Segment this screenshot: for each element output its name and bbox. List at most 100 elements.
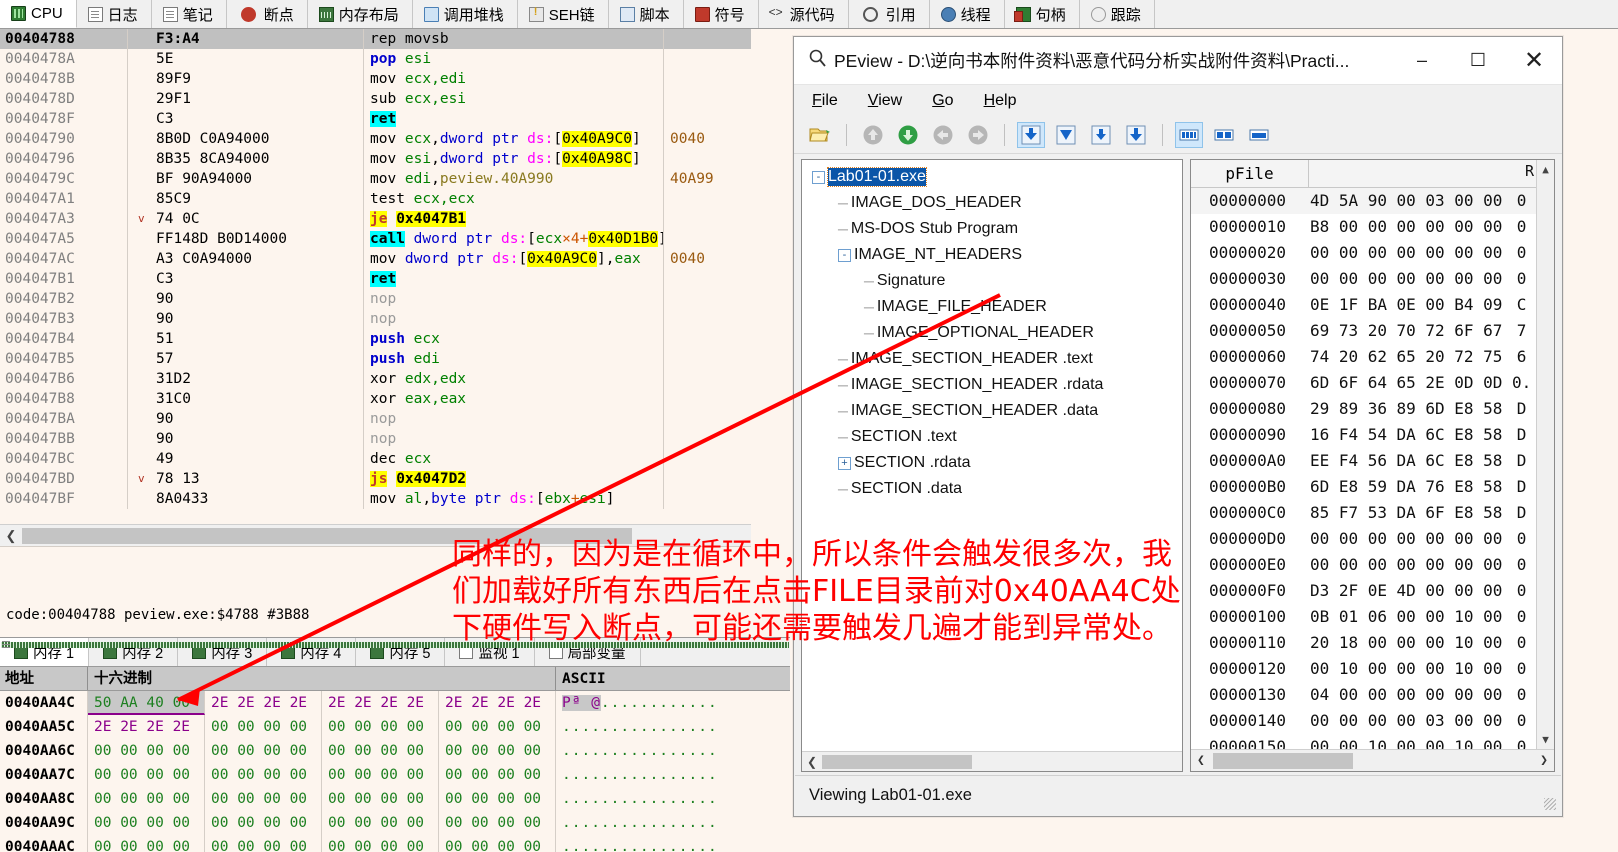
hex-col-pfile[interactable]: pFile (1191, 160, 1309, 187)
tab-符号[interactable]: 符号 (683, 0, 759, 28)
view-bytes-icon[interactable] (1087, 122, 1115, 148)
dump-hex-group[interactable]: 00 00 00 00 (439, 763, 556, 787)
pe-hex-viewer[interactable]: pFile 00000000 4D 5A 90 00 03 00 00 0 00000010 B8 0… (1190, 159, 1555, 772)
scrollbar-thumb[interactable] (22, 527, 632, 544)
dump-col-address[interactable]: 地址 (0, 667, 88, 690)
dump-row[interactable]: 0040AA5C 2E 2E 2E 2E 00 00 00 00 00 00 00 0… (0, 715, 790, 739)
collapse-toggle-icon[interactable]: - (812, 170, 825, 184)
dump-hex-group[interactable]: 00 00 00 00 (205, 739, 322, 763)
peview-menu-bar[interactable]: File View Go Help (794, 85, 1562, 117)
tree-node-image-file-header[interactable]: ─ IMAGE_FILE_HEADER (802, 294, 1182, 320)
dump-hex-group[interactable]: 50 AA 40 00 (88, 691, 205, 715)
disassembly-row[interactable]: 004047B4 51 push ecx (0, 329, 751, 349)
dump-hex-group[interactable]: 00 00 00 00 (439, 715, 556, 739)
tab-SEH链[interactable]: SEH链 (517, 0, 609, 28)
hex-scrollbar-thumb[interactable] (1212, 752, 1353, 769)
dump-row[interactable]: 0040AAAC 00 00 00 00 00 00 00 00 00 00 00 0… (0, 835, 790, 852)
hex-scroll-left-arrow[interactable]: ❮ (1197, 753, 1205, 768)
dump-hex-group[interactable]: 00 00 00 00 (88, 811, 205, 835)
dump-hex-group[interactable]: 00 00 00 00 (322, 835, 439, 852)
tree-node-image-optional-header[interactable]: ─ IMAGE_OPTIONAL_HEADER (802, 320, 1182, 346)
hex-scroll-down-arrow[interactable]: ▼ (1542, 733, 1549, 749)
tab-笔记[interactable]: 笔记 (151, 0, 227, 28)
dump-hex-group[interactable]: 00 00 00 00 (322, 787, 439, 811)
disassembly-row[interactable]: 004047B2 90 nop (0, 289, 751, 309)
disassembly-row[interactable]: 00404796 8B35 8CA94000 mov esi,dword ptr d… (0, 149, 751, 169)
dump-hex-group[interactable]: 00 00 00 00 (439, 739, 556, 763)
hex-vscrollbar[interactable]: ▲ ▼ (1536, 160, 1554, 749)
tab-线程[interactable]: 线程 (929, 0, 1005, 28)
pe-hex-row[interactable]: 00000060 74 20 62 65 20 72 75 6 (1191, 344, 1536, 370)
nav-down-icon[interactable] (894, 122, 922, 148)
minimize-button[interactable]: – (1394, 37, 1450, 84)
dump-hex-group[interactable]: 2E 2E 2E 2E (88, 715, 205, 739)
pe-hex-row[interactable]: 00000030 00 00 00 00 00 00 00 0 (1191, 266, 1536, 292)
dump-hex-group[interactable]: 00 00 00 00 (322, 739, 439, 763)
menu-view[interactable]: View (868, 92, 902, 110)
pe-hex-row[interactable]: 00000090 16 F4 54 DA 6C E8 58 D (1191, 422, 1536, 448)
dump-hex-group[interactable]: 00 00 00 00 (322, 811, 439, 835)
disassembly-row[interactable]: 004047B5 57 push edi (0, 349, 751, 369)
tree-node-signature[interactable]: ─ Signature (802, 268, 1182, 294)
pe-hex-row[interactable]: 00000010 B8 00 00 00 00 00 00 0 (1191, 214, 1536, 240)
disassembly-row[interactable]: 004047B3 90 nop (0, 309, 751, 329)
tab-断点[interactable]: 断点 (226, 0, 308, 28)
open-file-icon[interactable] (806, 122, 834, 148)
tab-脚本[interactable]: 脚本 (608, 0, 684, 28)
pe-hex-row[interactable]: 00000130 04 00 00 00 00 00 00 0 (1191, 682, 1536, 708)
expand-toggle-icon[interactable]: + (838, 456, 851, 470)
tree-hscrollbar[interactable]: ❮ (802, 751, 1182, 771)
dump-hex-group[interactable]: 2E 2E 2E 2E (205, 691, 322, 715)
pe-structure-tree[interactable]: - Lab01-01.exe ─ IMAGE_DOS_HEADER ─ MS-DOS St… (801, 159, 1183, 772)
dump-hex-group[interactable]: 00 00 00 00 (88, 835, 205, 852)
pe-hex-row[interactable]: 000000F0 D3 2F 0E 4D 00 00 00 0 (1191, 578, 1536, 604)
disassembly-row[interactable]: 0040479C BF 90A94000 mov edi,peview.40A990… (0, 169, 751, 189)
tree-node-section-rdata[interactable]: + SECTION .rdata (802, 450, 1182, 476)
dump-hex-group[interactable]: 2E 2E 2E 2E (439, 691, 556, 715)
dump-row[interactable]: 0040AA8C 00 00 00 00 00 00 00 00 00 00 00 0… (0, 787, 790, 811)
view-struct-icon[interactable] (1052, 122, 1080, 148)
pe-hex-row[interactable]: 00000080 29 89 36 89 6D E8 58 D (1191, 396, 1536, 422)
main-tab-bar[interactable]: CPU 日志 笔记 断点 内存布局 调用堆栈 SEH链 脚本 符号 源代码 引用 线程 句柄 跟踪 (0, 0, 1618, 29)
collapse-toggle-icon[interactable]: - (838, 248, 851, 262)
disassembly-row[interactable]: 004047BA 90 nop (0, 409, 751, 429)
tree-node-section-text[interactable]: ─ SECTION .text (802, 424, 1182, 450)
disassembly-row[interactable]: 004047B6 31D2 xor edx,edx (0, 369, 751, 389)
tab-CPU[interactable]: CPU (0, 0, 77, 28)
disassembly-row[interactable]: 00404790 8B0D C0A94000 mov ecx,dword ptr d… (0, 129, 751, 149)
pe-hex-row[interactable]: 000000A0 EE F4 56 DA 6C E8 58 D (1191, 448, 1536, 474)
dump-hex-group[interactable]: 00 00 00 00 (88, 739, 205, 763)
dump-hex-group[interactable]: 00 00 00 00 (88, 787, 205, 811)
view-all-icon[interactable] (1122, 122, 1150, 148)
pe-hex-row[interactable]: 00000040 0E 1F BA 0E 00 B4 09 C (1191, 292, 1536, 318)
disassembly-row[interactable]: 0040478B 89F9 mov ecx,edi (0, 69, 751, 89)
tree-node-section-data[interactable]: ─ SECTION .data (802, 476, 1182, 502)
pe-hex-row[interactable]: 000000D0 00 00 00 00 00 00 00 0 (1191, 526, 1536, 552)
maximize-button[interactable]: ☐ (1450, 37, 1506, 84)
scroll-left-arrow[interactable]: ❮ (0, 528, 22, 544)
pe-hex-row[interactable]: 00000100 0B 01 06 00 00 10 00 0 (1191, 604, 1536, 630)
disassembly-row[interactable]: 004047BF 8A0433 mov al,byte ptr ds:[ebx+es… (0, 489, 751, 509)
disassembly-row[interactable]: 004047A1 85C9 test ecx,ecx (0, 189, 751, 209)
layout-one-icon[interactable] (1245, 122, 1273, 148)
disassembly-row[interactable]: 00404788 F3:A4 rep movsb (0, 29, 751, 49)
disassembly-row[interactable]: 004047AC A3 C0A94000 mov dword ptr ds:[0x4… (0, 249, 751, 269)
disassembly-pane[interactable]: 00404788 F3:A4 rep movsb 0040478A 5E pop esi 0… (0, 29, 751, 524)
menu-go[interactable]: Go (932, 92, 953, 110)
peview-window[interactable]: PEview - D:\逆向书本附件资料\恶意代码分析实战附件资料\Practi… (793, 36, 1563, 817)
layout-columns-icon[interactable] (1175, 122, 1203, 148)
nav-forward-icon[interactable] (964, 122, 992, 148)
hex-hscrollbar[interactable]: ❮ ❯ (1191, 749, 1554, 771)
dump-hex-group[interactable]: 00 00 00 00 (205, 835, 322, 852)
peview-title-bar[interactable]: PEview - D:\逆向书本附件资料\恶意代码分析实战附件资料\Practi… (794, 37, 1562, 85)
peview-toolbar[interactable] (794, 117, 1562, 154)
tab-日志[interactable]: 日志 (76, 0, 152, 28)
dump-hex-group[interactable]: 00 00 00 00 (205, 763, 322, 787)
nav-back-icon[interactable] (929, 122, 957, 148)
disassembly-hscrollbar[interactable]: ❮ (0, 524, 751, 546)
dump-hex-group[interactable]: 00 00 00 00 (439, 835, 556, 852)
dump-hex-group[interactable]: 2E 2E 2E 2E (322, 691, 439, 715)
tree-node-image-section-header-data[interactable]: ─ IMAGE_SECTION_HEADER .data (802, 398, 1182, 424)
memory-dump-pane[interactable]: 地址 十六进制 ASCII 0040AA4C 50 AA 40 00 2E 2E 2… (0, 667, 790, 852)
disassembly-row[interactable]: 0040478D 29F1 sub ecx,esi (0, 89, 751, 109)
